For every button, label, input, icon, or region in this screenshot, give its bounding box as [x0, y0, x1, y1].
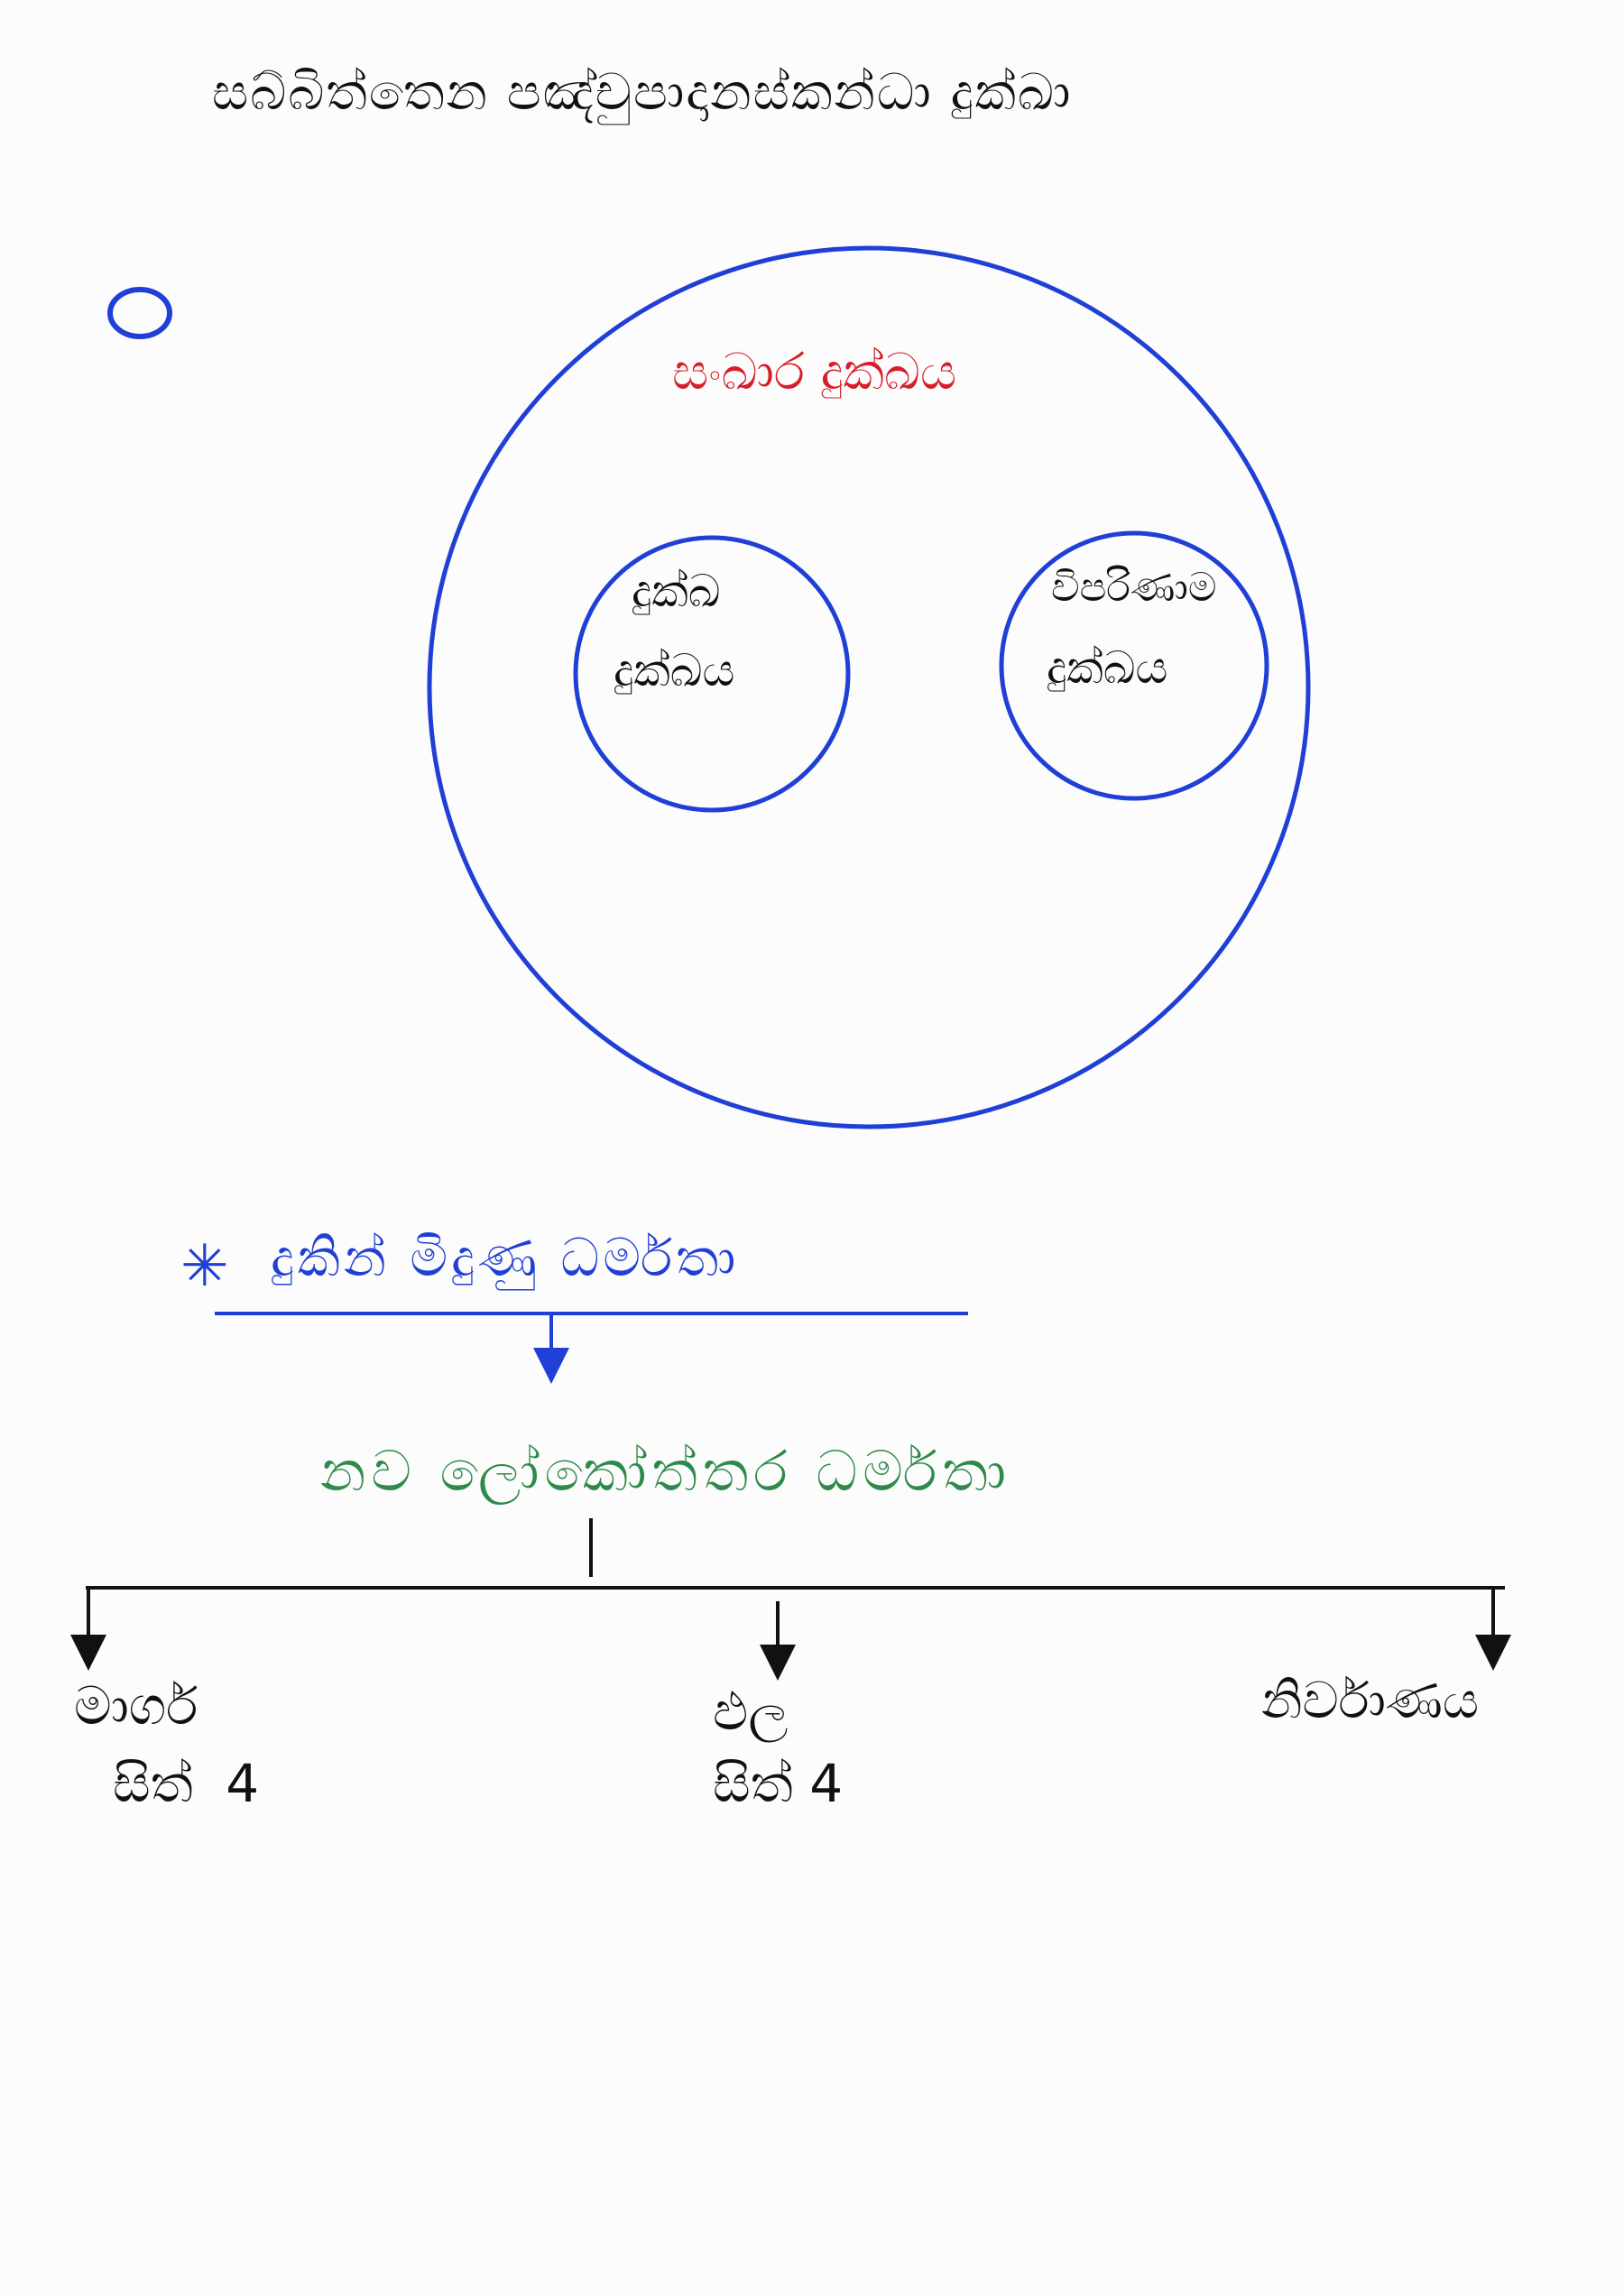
- section-heading: දුකින් මිදුණු ධර්මතා: [271, 1227, 740, 1288]
- branch-left-line2: සිත් 4: [113, 1753, 260, 1814]
- branch-right-line1: නිර්වාණය: [1261, 1672, 1480, 1730]
- star-bullet: ✳: [180, 1233, 229, 1300]
- right-inner-label-line2: දුක්ඛය: [1047, 641, 1168, 694]
- outer-circle-label: සංඛාර දුක්ඛය: [672, 343, 957, 401]
- left-inner-label-line1: දුක්ඛ: [632, 565, 721, 617]
- branch-left-line1: මාර්ග: [74, 1675, 198, 1737]
- page-title: සබ්බිත්තෙන පඤ්චුපාදානස්කන්ධා දුක්ඛා: [212, 63, 1073, 122]
- right-inner-label-line1: විපරිණාම: [1051, 565, 1217, 611]
- branch-middle-line1: ඵල: [713, 1681, 789, 1742]
- left-inner-label-line2: දුක්ඛය: [614, 644, 735, 696]
- branch-middle-line2: සිත් 4: [713, 1753, 844, 1814]
- section-subheading: නව ලෝකෝත්තර ධර්මතා: [320, 1438, 1012, 1504]
